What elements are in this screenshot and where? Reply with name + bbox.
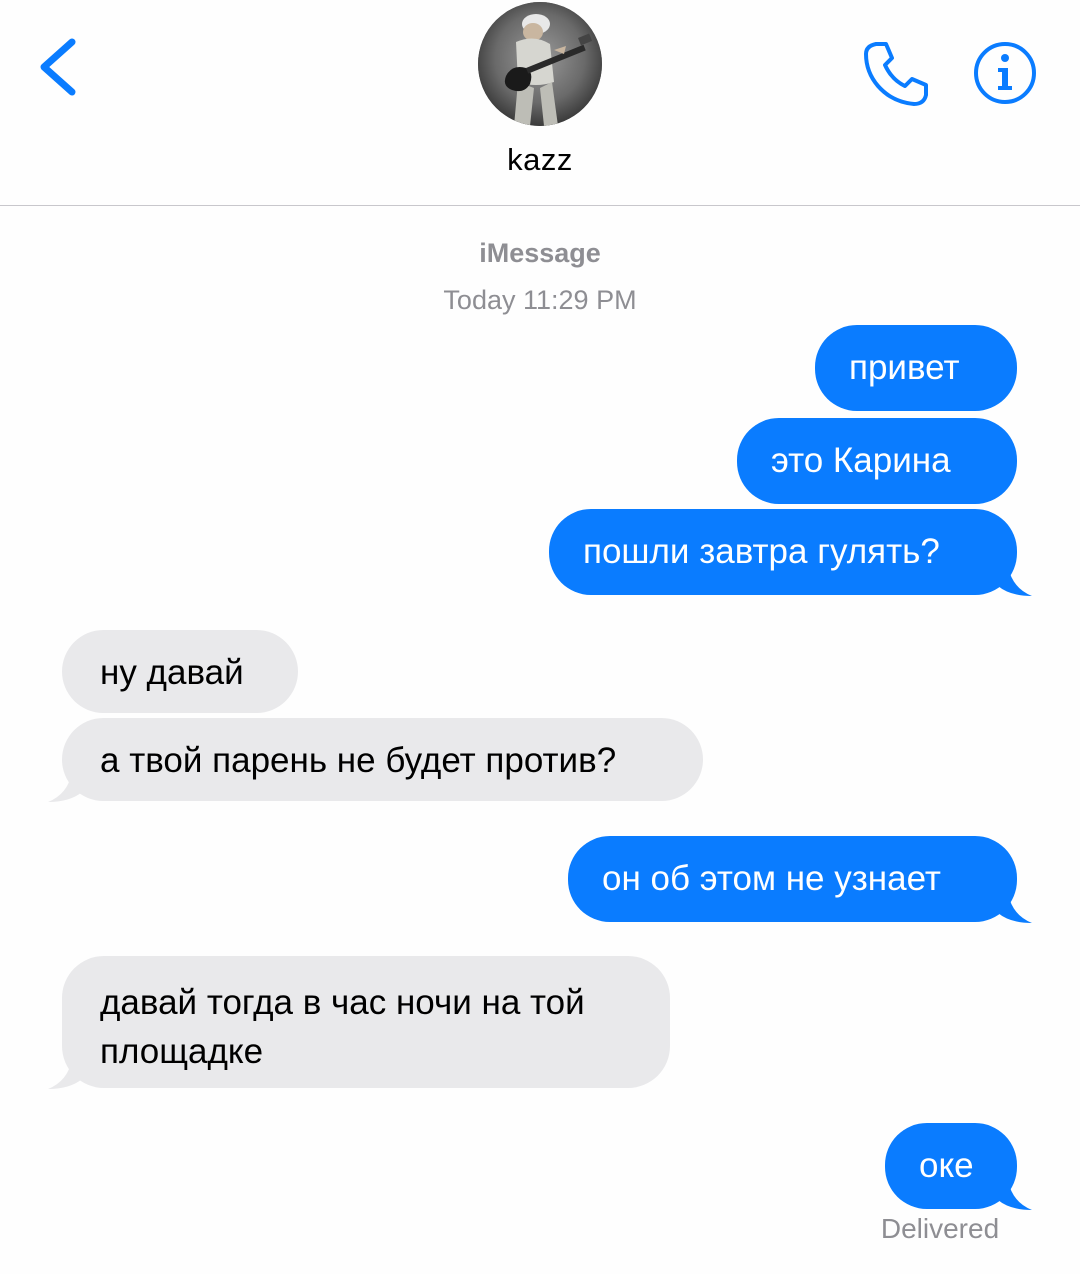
- message-bubble-received[interactable]: давай тогда в час ночи на той площадке: [62, 956, 670, 1088]
- thread-timestamp: Today 11:29 PM: [0, 285, 1080, 316]
- message-text: он об этом не узнает: [602, 859, 941, 898]
- message-bubble-received[interactable]: а твой парень не будет против?: [62, 718, 703, 801]
- messages-screen: kazz iMessage Today 11:29 PM привет это …: [0, 0, 1080, 1274]
- phone-icon: [864, 42, 928, 106]
- back-button[interactable]: [30, 30, 90, 100]
- message-text: это Карина: [771, 441, 951, 480]
- message-bubble-sent[interactable]: привет: [815, 325, 1017, 411]
- timestamp-time: 11:29 PM: [523, 285, 637, 315]
- bubble-tail-received: [48, 1059, 82, 1089]
- message-text: оке: [919, 1146, 974, 1185]
- message-bubble-sent[interactable]: пошли завтра гулять?: [549, 509, 1017, 595]
- avatar[interactable]: [478, 2, 602, 126]
- message-text: пошли завтра гулять?: [583, 532, 940, 571]
- timestamp-day: Today: [443, 285, 516, 315]
- bubble-tail-sent: [998, 1180, 1032, 1210]
- message-text: давай тогда в час ночи на той площадке: [100, 983, 585, 1071]
- header-divider: [0, 205, 1080, 206]
- bubble-tail-received: [48, 772, 82, 802]
- message-text: а твой парень не будет против?: [100, 741, 617, 780]
- service-label: iMessage: [479, 238, 601, 268]
- chevron-left-icon: [40, 38, 76, 96]
- info-icon: [974, 42, 1036, 104]
- message-text: ну давай: [100, 653, 244, 692]
- conversation-header: kazz: [0, 0, 1080, 205]
- bubble-tail-sent: [998, 566, 1032, 596]
- message-text: привет: [849, 348, 960, 387]
- message-bubble-sent[interactable]: он об этом не узнает: [568, 836, 1017, 922]
- call-button[interactable]: [862, 38, 932, 108]
- bubble-tail-sent: [998, 893, 1032, 923]
- message-bubble-received[interactable]: ну давай: [62, 630, 298, 713]
- delivered-status: Delivered: [880, 1213, 1000, 1244]
- contact-name[interactable]: kazz: [0, 142, 1080, 178]
- avatar-image: [478, 2, 602, 126]
- info-button[interactable]: [972, 40, 1038, 106]
- message-bubble-sent[interactable]: это Карина: [737, 418, 1017, 504]
